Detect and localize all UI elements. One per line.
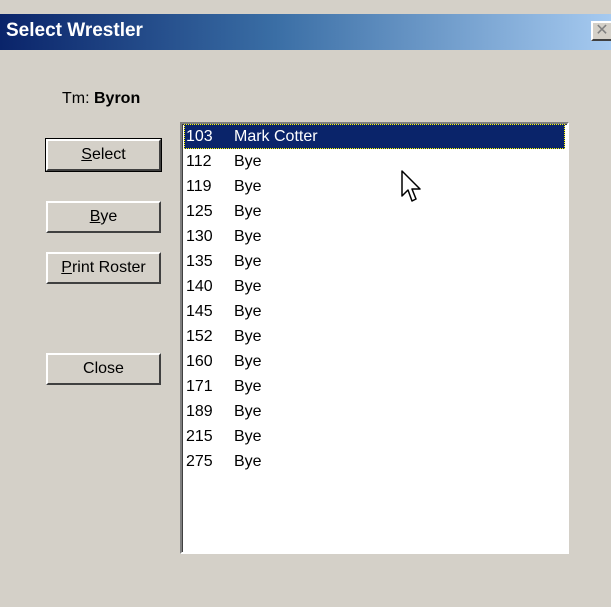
list-item-weight: 215 [186,428,213,445]
list-item-name: Bye [234,203,262,220]
list-item[interactable]: 135 Bye [184,249,565,274]
list-item-name: Bye [234,278,262,295]
team-label: Tm: Byron [62,90,140,108]
close-icon[interactable]: ✕ [591,21,611,41]
team-label-prefix: Tm: [62,90,90,107]
title-bar[interactable]: Select Wrestler ✕ [0,14,611,50]
print-roster-button-label: rint Roster [71,259,146,276]
list-item[interactable]: 145 Bye [184,299,565,324]
select-wrestler-dialog: Select Wrestler ✕ Tm: Byron Select Bye P… [0,0,611,607]
select-button[interactable]: Select [45,138,162,172]
list-item-weight: 119 [186,178,212,195]
list-item-weight: 103 [186,128,213,145]
list-item[interactable]: 130 Bye [184,224,565,249]
team-name: Byron [94,90,141,107]
list-item-weight: 275 [186,453,213,470]
print-roster-button-mnemonic: P [61,259,72,276]
window-title: Select Wrestler [6,20,143,41]
bye-button-mnemonic: B [89,208,101,225]
list-item-name: Bye [234,153,262,170]
mouse-pointer-icon [401,170,421,202]
list-item-weight: 171 [186,378,213,395]
list-item-weight: 130 [186,228,213,245]
list-item[interactable]: 171 Bye [184,374,565,399]
list-item-name: Bye [234,228,262,245]
list-item-weight: 145 [186,303,213,320]
bye-button-label: ye [100,208,118,225]
list-item-weight: 125 [186,203,213,220]
list-item-name: Mark Cotter [234,128,318,145]
list-item[interactable]: 152 Bye [184,324,565,349]
list-item-name: Bye [234,378,262,395]
list-item-name: Bye [234,453,262,470]
select-button-mnemonic: S [81,146,92,163]
list-item[interactable]: 119 Bye [184,174,565,199]
list-item-weight: 160 [186,353,213,370]
list-item-name: Bye [234,403,262,420]
list-item[interactable]: 189 Bye [184,399,565,424]
wrestler-listbox[interactable]: 103 Mark Cotter 112 Bye 119 Bye 125 Bye 130 Bye 13… [180,122,569,554]
list-item-name: Bye [234,328,262,345]
list-item-weight: 112 [186,153,212,170]
list-item[interactable]: 215 Bye [184,424,565,449]
select-button-label: elect [91,146,126,163]
print-roster-button[interactable]: Print Roster [46,252,161,284]
list-item-name: Bye [234,303,262,320]
list-item-weight: 189 [186,403,213,420]
list-item-name: Bye [234,178,262,195]
list-item[interactable]: 140 Bye [184,274,565,299]
bye-button[interactable]: Bye [46,201,161,233]
list-item-name: Bye [234,428,262,445]
list-item[interactable]: 103 Mark Cotter [184,124,565,149]
list-item-weight: 140 [186,278,213,295]
list-item-name: Bye [234,253,262,270]
list-item-name: Bye [234,353,262,370]
list-item-weight: 152 [186,328,213,345]
list-item[interactable]: 275 Bye [184,449,565,474]
list-item[interactable]: 125 Bye [184,199,565,224]
list-item[interactable]: 112 Bye [184,149,565,174]
list-item[interactable]: 160 Bye [184,349,565,374]
close-button[interactable]: Close [46,353,161,385]
list-item-weight: 135 [186,253,213,270]
